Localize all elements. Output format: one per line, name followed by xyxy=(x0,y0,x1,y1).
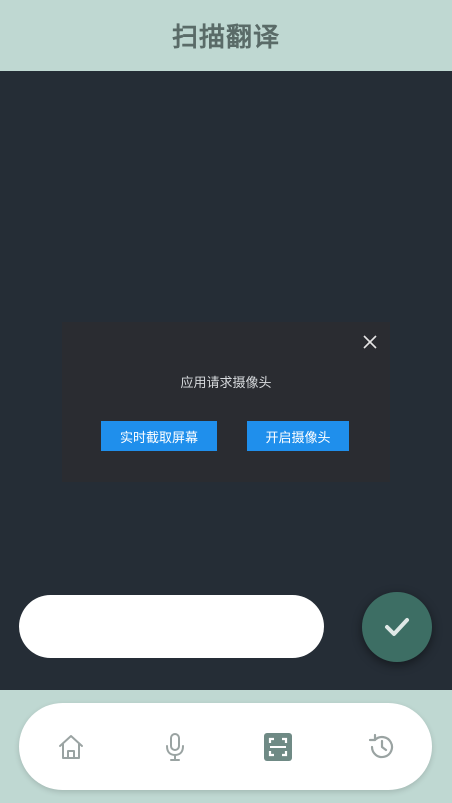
page-title: 扫描翻译 xyxy=(171,23,280,53)
nav-home[interactable] xyxy=(51,727,91,767)
microphone-icon xyxy=(166,733,184,761)
scan-icon xyxy=(264,733,292,761)
bottom-nav xyxy=(19,703,432,790)
open-camera-button[interactable]: 开启摄像头 xyxy=(247,421,349,451)
screen-capture-button[interactable]: 实时截取屏幕 xyxy=(101,421,217,451)
check-icon xyxy=(385,618,409,636)
close-icon[interactable] xyxy=(360,332,380,352)
dialog-message: 应用请求摄像头 xyxy=(180,376,272,391)
result-text-field[interactable] xyxy=(19,595,324,658)
home-icon xyxy=(59,735,83,759)
history-icon xyxy=(368,733,394,759)
nav-voice[interactable] xyxy=(155,727,195,767)
nav-scan[interactable] xyxy=(258,727,298,767)
app-header: 扫描翻译 xyxy=(0,0,452,71)
confirm-button[interactable] xyxy=(362,592,432,662)
nav-history[interactable] xyxy=(362,727,402,767)
camera-permission-dialog: 应用请求摄像头 实时截取屏幕 开启摄像头 xyxy=(62,322,390,482)
